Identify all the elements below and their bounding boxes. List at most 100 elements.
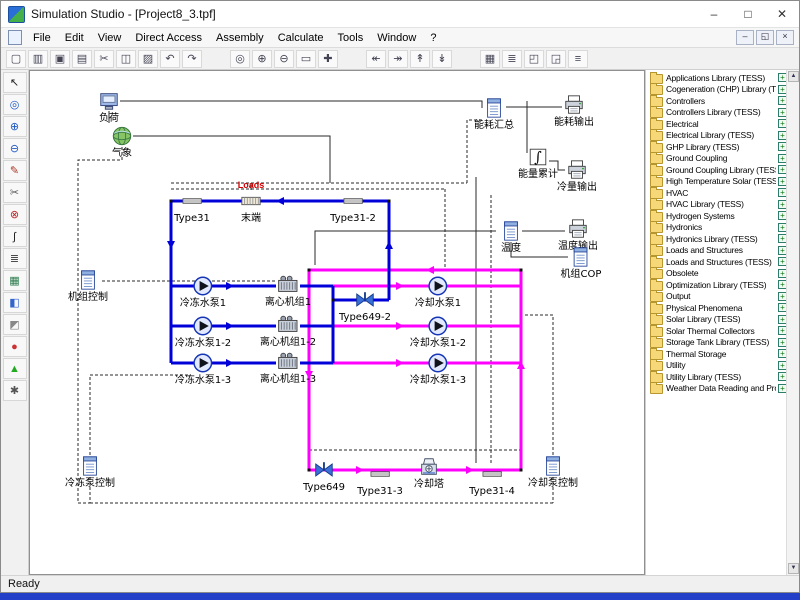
print-icon[interactable]: ▤ (72, 50, 92, 68)
menu-tools[interactable]: Tools (331, 31, 371, 45)
node-type31-2[interactable]: Type31-2 (330, 190, 376, 225)
node-cooling-tower[interactable]: 冷却塔 (414, 456, 444, 491)
minimize-button[interactable]: – (697, 1, 731, 27)
node-unit-cop[interactable]: 机组COP (561, 246, 602, 281)
node-type649-2[interactable]: Type649-2 (339, 289, 391, 324)
mask-tool[interactable]: ◩ (3, 314, 27, 335)
close-button[interactable]: ✕ (765, 1, 799, 27)
zoom-in-icon[interactable]: ⊕ (252, 50, 272, 68)
mdi-close-button[interactable]: × (776, 30, 794, 45)
paste-icon[interactable]: ▨ (138, 50, 158, 68)
node-chiller-1[interactable]: 离心机组1 (265, 274, 311, 309)
menu-calculate[interactable]: Calculate (271, 31, 331, 45)
node-type31-4[interactable]: Type31-4 (469, 463, 515, 498)
node-terminal[interactable]: Loads末端 (240, 190, 262, 225)
run-tool[interactable]: ▲ (3, 358, 27, 379)
tree-item[interactable]: Applications Library (TESS)+ (646, 72, 787, 84)
mdi-minimize-button[interactable]: – (736, 30, 754, 45)
tree-item[interactable]: GHP Library (TESS)+ (646, 141, 787, 153)
node-cw-pump-1[interactable]: 冷却水泵1 (415, 275, 461, 310)
node-cw-pump-control[interactable]: 冷却泵控制 (528, 455, 578, 490)
node-unit-control[interactable]: 机组控制 (68, 269, 108, 304)
align-right-icon[interactable]: ↠ (388, 50, 408, 68)
undo-icon[interactable]: ↶ (160, 50, 180, 68)
tree-item[interactable]: HVAC+ (646, 187, 787, 199)
node-chw-pump-1[interactable]: 冷冻水泵1 (180, 275, 226, 310)
align-top-icon[interactable]: ↟ (410, 50, 430, 68)
menu-direct-access[interactable]: Direct Access (128, 31, 209, 45)
scroll-up-icon[interactable]: ▲ (788, 71, 799, 82)
grid-icon[interactable]: ▦ (480, 50, 500, 68)
bring-front-icon[interactable]: ◰ (524, 50, 544, 68)
node-cw-pump-1-2[interactable]: 冷却水泵1-2 (410, 315, 466, 350)
node-temperature[interactable]: 温度 (500, 220, 522, 255)
diagram-canvas[interactable]: 负荷气象Type31Loads末端Type31-2能耗汇总能耗输出能量累计冷量输… (29, 70, 645, 575)
maximize-button[interactable]: □ (731, 1, 765, 27)
node-weather[interactable]: 气象 (111, 125, 133, 160)
tree-scrollbar[interactable]: ▲ ▼ (786, 70, 799, 575)
tree-item[interactable]: Physical Phenomena+ (646, 302, 787, 314)
menu-assembly[interactable]: Assembly (209, 31, 271, 45)
tree-item[interactable]: Controllers Library (TESS)+ (646, 107, 787, 119)
redo-icon[interactable]: ↷ (182, 50, 202, 68)
copy-icon[interactable]: ◫ (116, 50, 136, 68)
send-back-icon[interactable]: ◲ (546, 50, 566, 68)
node-tool[interactable]: ● (3, 336, 27, 357)
tree-item[interactable]: Electrical Library (TESS)+ (646, 130, 787, 142)
cut-icon[interactable]: ✂ (94, 50, 114, 68)
menu-view[interactable]: View (91, 31, 129, 45)
delete-tool[interactable]: ⊗ (3, 204, 27, 225)
save-icon[interactable]: ▣ (50, 50, 70, 68)
tree-item[interactable]: Optimization Library (TESS)+ (646, 279, 787, 291)
node-chiller-1-3[interactable]: 离心机组1-3 (260, 351, 316, 386)
tree-item[interactable]: Ground Coupling+ (646, 153, 787, 165)
tree-item[interactable]: Solar Thermal Collectors+ (646, 325, 787, 337)
zoom-tool[interactable]: ◎ (3, 94, 27, 115)
node-type31[interactable]: Type31 (174, 190, 210, 225)
tree-item[interactable]: Obsolete+ (646, 268, 787, 280)
node-chw-pump-control[interactable]: 冷冻泵控制 (65, 455, 115, 490)
scroll-down-icon[interactable]: ▼ (788, 563, 799, 574)
zoom-out-icon[interactable]: ⊖ (274, 50, 294, 68)
grid-tool[interactable]: ▦ (3, 270, 27, 291)
integral-tool[interactable]: ∫ (3, 226, 27, 247)
tree-item[interactable]: Hydronics Library (TESS)+ (646, 233, 787, 245)
node-chiller-1-2[interactable]: 离心机组1-2 (260, 314, 316, 349)
pan-icon[interactable]: ✚ (318, 50, 338, 68)
fit-page-icon[interactable]: ▭ (296, 50, 316, 68)
tree-item[interactable]: Utility+ (646, 360, 787, 372)
menu-file[interactable]: File (26, 31, 58, 45)
select-tool[interactable]: ↖ (3, 72, 27, 93)
tree-item[interactable]: Storage Tank Library (TESS)+ (646, 337, 787, 349)
node-chw-pump-1-3[interactable]: 冷冻水泵1-3 (175, 352, 231, 387)
menu-window[interactable]: Window (370, 31, 423, 45)
properties-icon[interactable]: ≡ (568, 50, 588, 68)
pencil-tool[interactable]: ✎ (3, 160, 27, 181)
tree-item[interactable]: Thermal Storage+ (646, 348, 787, 360)
tree-item[interactable]: Electrical+ (646, 118, 787, 130)
node-chw-pump-1-2[interactable]: 冷冻水泵1-2 (175, 315, 231, 350)
cut-tool[interactable]: ✂ (3, 182, 27, 203)
new-icon[interactable]: ▢ (6, 50, 26, 68)
tree-item[interactable]: HVAC Library (TESS)+ (646, 199, 787, 211)
node-energy-summary[interactable]: 能耗汇总 (474, 97, 514, 132)
tree-item[interactable]: Utility Library (TESS)+ (646, 371, 787, 383)
tree-item[interactable]: Weather Data Reading and Process+ (646, 383, 787, 395)
node-energy-output[interactable]: 能耗输出 (554, 94, 594, 129)
tree-item[interactable]: Loads and Structures+ (646, 245, 787, 257)
tree-item[interactable]: Hydronics+ (646, 222, 787, 234)
tree-item[interactable]: Cogeneration (CHP) Library (TESS)+ (646, 84, 787, 96)
align-left-icon[interactable]: ↞ (366, 50, 386, 68)
node-cooling-energy-output[interactable]: 冷量输出 (557, 159, 597, 194)
node-energy-integrator[interactable]: 能量累计 (518, 146, 558, 181)
layers-icon[interactable]: ≣ (502, 50, 522, 68)
tree-item[interactable]: High Temperature Solar (TESS)+ (646, 176, 787, 188)
mdi-restore-button[interactable]: ◱ (756, 30, 774, 45)
menu-edit[interactable]: Edit (58, 31, 91, 45)
tree-item[interactable]: Hydrogen Systems+ (646, 210, 787, 222)
tree-item[interactable]: Loads and Structures (TESS)+ (646, 256, 787, 268)
fill-tool[interactable]: ◧ (3, 292, 27, 313)
node-type31-3[interactable]: Type31-3 (357, 463, 403, 498)
node-cw-pump-1-3[interactable]: 冷却水泵1-3 (410, 352, 466, 387)
menu-help[interactable]: ? (423, 31, 443, 45)
